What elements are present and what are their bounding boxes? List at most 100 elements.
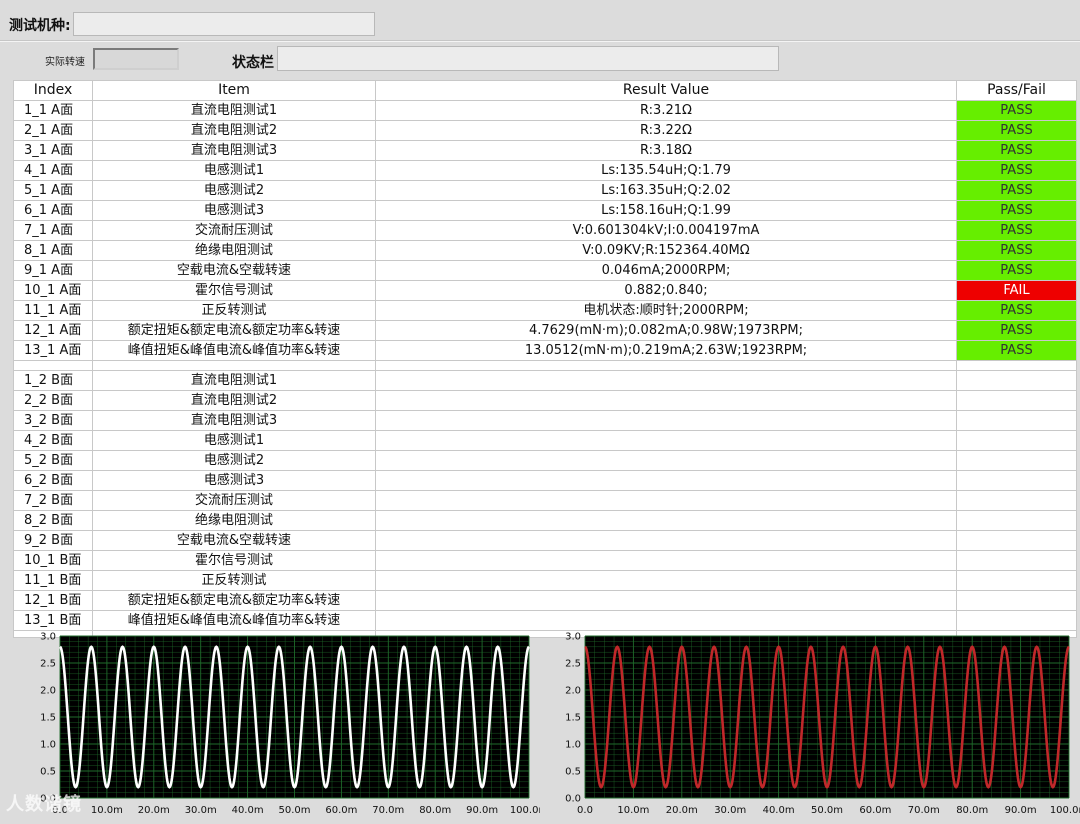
x-tick-label: 80.0m [419,805,451,816]
table-row[interactable]: 13_1 A面 峰值扭矩&峰值电流&峰值功率&转速 13.0512(mN·m);0.… [13,340,1077,361]
cell-pass-fail: PASS [956,320,1077,341]
waveform-chart-right-svg: 0.0 0.5 1.0 1.5 2.0 2.5 3.0 0.0 10.0m 20.0m 30.0m 4… [565,632,1080,817]
cell-pass-fail: PASS [956,120,1077,141]
cell-index: 6_1 A面 [13,200,93,221]
y-tick-label: 3.0 [40,632,56,643]
cell-index: 5_1 A面 [13,180,93,201]
table-row[interactable]: 7_2 B面 交流耐压测试 [13,490,1077,511]
table-row[interactable]: 5_2 B面 电感测试2 [13,450,1077,471]
cell-result-value [375,530,957,551]
x-tick-label: 30.0m [714,805,746,816]
cell-pass-fail [956,530,1077,551]
cell-index: 10_1 A面 [13,280,93,301]
table-row[interactable]: 4_2 B面 电感测试1 [13,430,1077,451]
table-row[interactable]: 8_1 A面 绝缘电阻测试 V:0.09KV;R:152364.40MΩ PASS [13,240,1077,261]
table-row[interactable]: 10_1 A面 霍尔信号测试 0.882;0.840; FAIL [13,280,1077,301]
table-row[interactable]: 8_2 B面 绝缘电阻测试 [13,510,1077,531]
cell-index: 11_1 B面 [13,570,93,591]
y-tick-label: 1.0 [40,740,56,751]
x-tick-label: 30.0m [185,805,217,816]
cell-result-value [375,370,957,391]
column-header-pass-fail: Pass/Fail [956,80,1077,101]
cell-result-value: R:3.21Ω [375,100,957,121]
table-row[interactable]: 10_1 B面 霍尔信号测试 [13,550,1077,571]
cell-item: 霍尔信号测试 [92,280,376,301]
cell-item: 交流耐压测试 [92,490,376,511]
cell-pass-fail [956,370,1077,391]
waveform-chart-left: 0.0 0.5 1.0 1.5 2.0 2.5 3.0 0.0 10.0m 20.0m 30.0m 4… [30,628,540,824]
cell-index: 2_1 A面 [13,120,93,141]
y-tick-label: 1.5 [40,713,56,724]
waveform-chart-right: 0.0 0.5 1.0 1.5 2.0 2.5 3.0 0.0 10.0m 20.0m 30.0m 4… [555,628,1080,824]
cell-index: 3_2 B面 [13,410,93,431]
cell-pass-fail: PASS [956,340,1077,361]
cell-result-value: 0.882;0.840; [375,280,957,301]
cell-result-value [375,590,957,611]
x-tick-label: 80.0m [956,805,988,816]
y-tick-label: 0.0 [565,794,581,805]
cell-result-value [375,470,957,491]
table-row[interactable]: 12_1 B面 额定扭矩&额定电流&额定功率&转速 [13,590,1077,611]
cell-result-value: 4.7629(mN·m);0.082mA;0.98W;1973RPM; [375,320,957,341]
cell-item: 电感测试2 [92,180,376,201]
y-tick-label: 2.0 [565,686,581,697]
table-row[interactable]: 4_1 A面 电感测试1 Ls:135.54uH;Q:1.79 PASS [13,160,1077,181]
cell-item: 正反转测试 [92,570,376,591]
y-tick-label: 0.5 [40,767,56,778]
cell-pass-fail: PASS [956,200,1077,221]
cell-index: 8_2 B面 [13,510,93,531]
x-tick-label: 70.0m [372,805,404,816]
cell-result-value: Ls:158.16uH;Q:1.99 [375,200,957,221]
watermark-text: 人数谐镜 [6,794,82,815]
cell-index: 7_2 B面 [13,490,93,511]
model-field[interactable] [73,12,375,36]
table-row[interactable]: 9_1 A面 空载电流&空载转速 0.046mA;2000RPM; PASS [13,260,1077,281]
x-tick-label: 100.0m [510,805,540,816]
speed-field[interactable] [93,48,179,70]
table-row[interactable]: 3_1 A面 直流电阻测试3 R:3.18Ω PASS [13,140,1077,161]
cell-pass-fail [956,510,1077,531]
cell-item: 直流电阻测试1 [92,370,376,391]
table-row[interactable]: 2_1 A面 直流电阻测试2 R:3.22Ω PASS [13,120,1077,141]
table-header-row: Index Item Result Value Pass/Fail [13,80,1077,101]
cell-item: 直流电阻测试2 [92,390,376,411]
cell-index: 3_1 A面 [13,140,93,161]
x-tick-label: 60.0m [859,805,891,816]
table-row[interactable]: 2_2 B面 直流电阻测试2 [13,390,1077,411]
x-tick-label: 10.0m [91,805,123,816]
table-row[interactable]: 6_2 B面 电感测试3 [13,470,1077,491]
cell-result-value [375,510,957,531]
table-row[interactable]: 9_2 B面 空载电流&空载转速 [13,530,1077,551]
table-row[interactable]: 7_1 A面 交流耐压测试 V:0.601304kV;I:0.004197mA PAS… [13,220,1077,241]
x-tick-label: 40.0m [763,805,795,816]
table-row[interactable]: 5_1 A面 电感测试2 Ls:163.35uH;Q:2.02 PASS [13,180,1077,201]
cell-index: 9_1 A面 [13,260,93,281]
cell-item: 空载电流&空载转速 [92,260,376,281]
cell-index: 4_2 B面 [13,430,93,451]
table-row[interactable]: 3_2 B面 直流电阻测试3 [13,410,1077,431]
table-row[interactable]: 1_1 A面 直流电阻测试1 R:3.21Ω PASS [13,100,1077,121]
speed-label: 实际转速 [45,57,85,68]
cell-result-value: 13.0512(mN·m);0.219mA;2.63W;1923RPM; [375,340,957,361]
table-row[interactable]: 12_1 A面 额定扭矩&额定电流&额定功率&转速 4.7629(mN·m);0.0… [13,320,1077,341]
table-row[interactable]: 1_2 B面 直流电阻测试1 [13,370,1077,391]
y-tick-label: 2.5 [40,659,56,670]
cell-result-value [375,390,957,411]
cell-item: 交流耐压测试 [92,220,376,241]
status-field[interactable] [277,46,779,71]
cell-item: 电感测试1 [92,160,376,181]
cell-index: 1_2 B面 [13,370,93,391]
cell-item: 直流电阻测试1 [92,100,376,121]
table-row[interactable]: 11_1 A面 正反转测试 电机状态:顺时针;2000RPM; PASS [13,300,1077,321]
x-tick-label: 50.0m [278,805,310,816]
cell-result-value [375,450,957,471]
table-row[interactable]: 6_1 A面 电感测试3 Ls:158.16uH;Q:1.99 PASS [13,200,1077,221]
cell-pass-fail [956,430,1077,451]
cell-index: 4_1 A面 [13,160,93,181]
cell-index: 5_2 B面 [13,450,93,471]
cell-item: 电感测试3 [92,470,376,491]
column-header-result-value: Result Value [375,80,957,101]
cell-index: 6_2 B面 [13,470,93,491]
x-tick-label: 60.0m [325,805,357,816]
table-row[interactable]: 11_1 B面 正反转测试 [13,570,1077,591]
